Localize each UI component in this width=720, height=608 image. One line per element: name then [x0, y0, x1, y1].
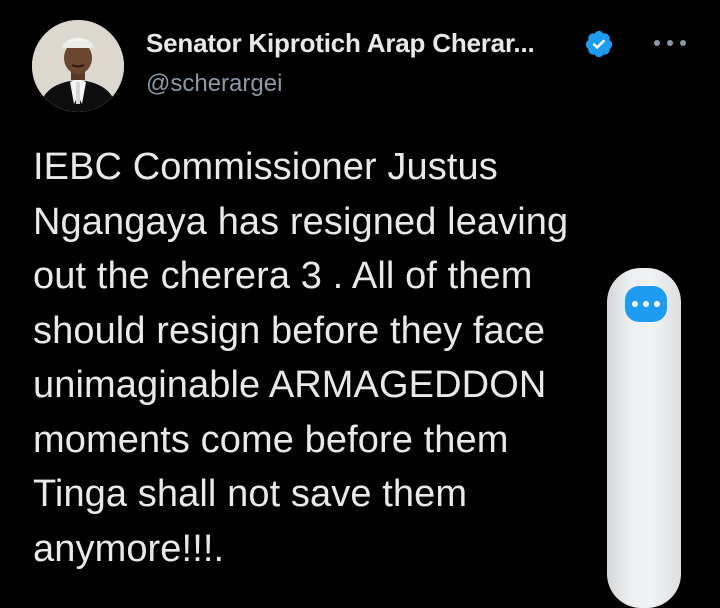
- author-handle[interactable]: @scherargei: [146, 70, 282, 98]
- avatar-image: [32, 20, 124, 112]
- tweet-card: Senator Kiprotich Arap Cherar... @schera…: [0, 0, 720, 608]
- dot: [654, 40, 660, 46]
- more-options-icon[interactable]: [652, 30, 688, 56]
- dot: [643, 301, 649, 307]
- verified-badge-icon: [585, 30, 613, 58]
- more-dots-icon[interactable]: [625, 286, 667, 322]
- dot: [680, 40, 686, 46]
- dot: [667, 40, 673, 46]
- tweet-text: IEBC Commissioner Justus Ngangaya has re…: [33, 146, 569, 570]
- dot: [654, 301, 660, 307]
- avatar[interactable]: [32, 20, 124, 112]
- author-display-name[interactable]: Senator Kiprotich Arap Cherar...: [146, 28, 535, 59]
- dot: [632, 301, 638, 307]
